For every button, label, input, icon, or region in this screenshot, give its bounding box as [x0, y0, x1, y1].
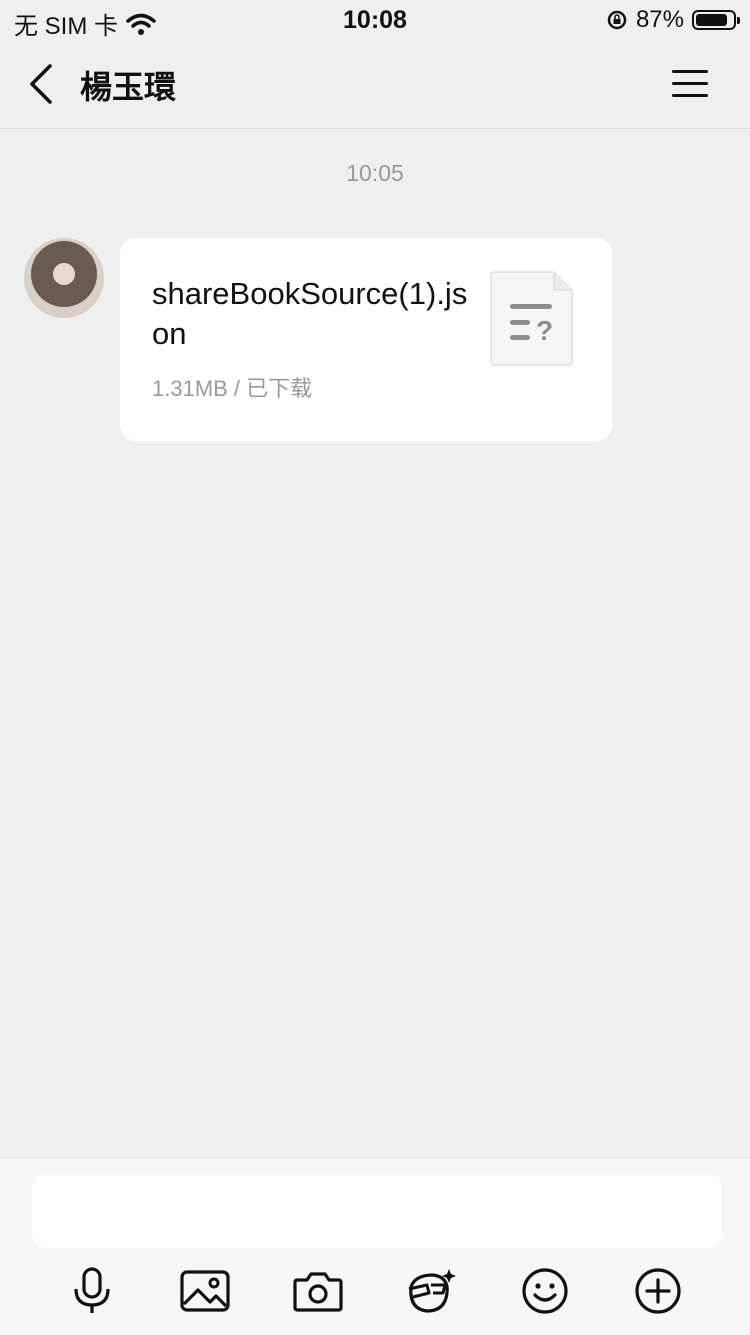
- emoji-icon: [522, 1268, 568, 1314]
- microphone-icon: [74, 1267, 110, 1313]
- file-name: shareBookSource(1).json: [152, 276, 468, 351]
- more-button[interactable]: [632, 1266, 684, 1316]
- nav-bar: 楊玉環: [0, 40, 750, 129]
- image-icon: [180, 1270, 230, 1312]
- plus-icon: [635, 1268, 681, 1314]
- back-icon[interactable]: [22, 60, 62, 108]
- emoji-button[interactable]: [519, 1266, 571, 1316]
- unknown-file-icon: ?: [490, 271, 573, 366]
- sticker-button[interactable]: [405, 1266, 457, 1316]
- message-input[interactable]: [32, 1174, 722, 1248]
- image-button[interactable]: [179, 1266, 231, 1316]
- chat-title: 楊玉環: [80, 69, 177, 105]
- camera-icon: [293, 1272, 343, 1312]
- file-meta: 1.31MB / 已下载: [152, 376, 313, 401]
- voice-button[interactable]: [66, 1266, 118, 1316]
- battery-icon: [692, 10, 740, 30]
- input-panel: [0, 1157, 750, 1335]
- battery-fill: [696, 14, 727, 26]
- message-timestamp: 10:05: [346, 160, 404, 186]
- rotation-lock-icon: [607, 10, 627, 30]
- battery-percent: 87%: [635, 6, 684, 33]
- camera-button[interactable]: [292, 1266, 344, 1316]
- status-bar: 无 SIM 卡 10:08 87%: [0, 0, 750, 40]
- status-right: 87%: [606, 6, 740, 34]
- file-message-bubble[interactable]: shareBookSource(1).json 1.31MB / 已下载 ?: [120, 238, 612, 441]
- avatar[interactable]: [24, 238, 104, 318]
- sticker-icon: [408, 1269, 456, 1313]
- menu-icon[interactable]: [670, 66, 710, 102]
- svg-text:?: ?: [536, 315, 553, 346]
- input-toolbar: [0, 1266, 750, 1316]
